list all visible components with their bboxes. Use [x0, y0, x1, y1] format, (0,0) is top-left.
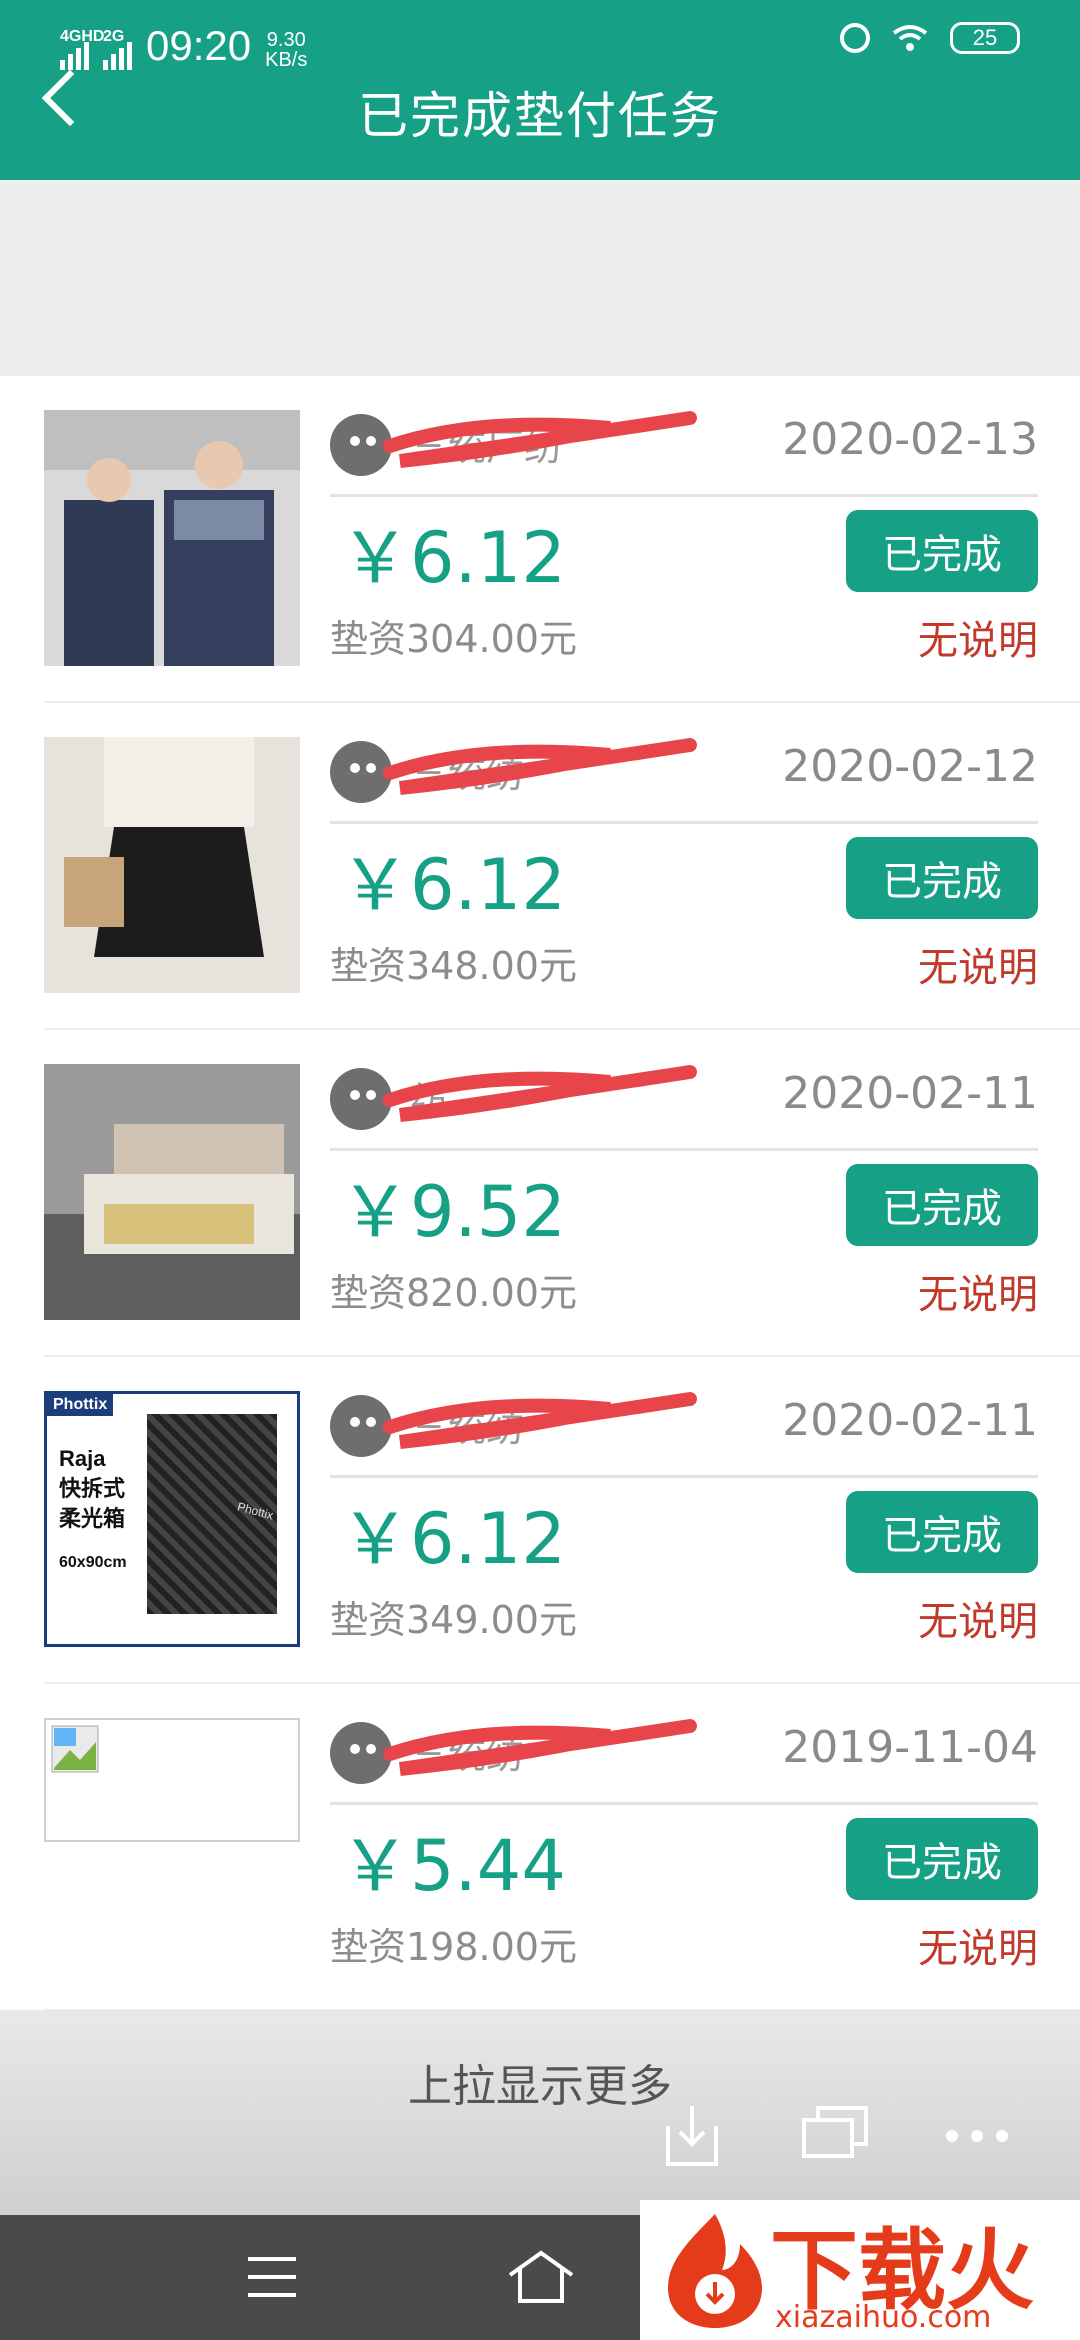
redaction-scribble — [383, 738, 697, 795]
product-thumbnail[interactable] — [44, 737, 300, 993]
product-thumbnail[interactable] — [44, 1718, 300, 1842]
signal-icon: 4GHD — [60, 28, 104, 70]
redaction-scribble — [383, 1392, 697, 1449]
task-date: 2019-11-04 — [782, 1722, 1038, 1773]
row-divider — [330, 494, 1038, 497]
more-icon[interactable] — [944, 2128, 1010, 2144]
product-line-3: 柔光箱 — [59, 1506, 126, 1531]
row-divider — [330, 821, 1038, 824]
task-row[interactable]: 三统纺 2019-11-04 ￥5.44 已完成 垫资198.00元 无说明 — [0, 1684, 1080, 2011]
row-divider — [330, 1802, 1038, 1805]
task-date: 2020-02-12 — [782, 741, 1038, 792]
page-title: 已完成垫付任务 — [358, 87, 722, 145]
task-note: 无说明 — [918, 1926, 1038, 1972]
advance-amount: 垫资304.00元 — [330, 617, 577, 661]
clock: 09:20 — [146, 22, 252, 69]
task-row[interactable]: Phottix Raja 快拆式 柔光箱 60x90cm Phottix 三统纺… — [0, 1357, 1080, 1684]
task-note: 无说明 — [918, 945, 1038, 991]
menu-icon[interactable] — [244, 2253, 300, 2301]
commission-amount: ￥6.12 — [340, 844, 566, 926]
load-more-bar[interactable]: 上拉显示更多 — [0, 2010, 1080, 2215]
task-date: 2020-02-11 — [782, 1068, 1038, 1119]
load-more-text: 上拉显示更多 — [408, 2061, 672, 2112]
completed-status-button[interactable]: 已完成 — [846, 1818, 1038, 1900]
alarm-icon — [840, 23, 870, 53]
task-list: 三统厂纺 2020-02-13 ￥6.12 已完成 垫资304.00元 无说明 … — [0, 376, 1080, 2011]
watermark-url: xiazaihuo.com — [775, 2300, 992, 2335]
windows-icon[interactable] — [800, 2102, 870, 2162]
advance-amount: 垫资198.00元 — [330, 1925, 577, 1969]
network-speed: 9.30 KB/s — [265, 29, 308, 71]
task-note: 无说明 — [918, 1599, 1038, 1645]
battery-icon: 25 — [950, 22, 1020, 54]
signal-icon-2: 2G — [103, 28, 132, 70]
task-date: 2020-02-13 — [782, 414, 1038, 465]
download-icon[interactable] — [664, 2102, 720, 2168]
home-icon[interactable] — [506, 2249, 576, 2305]
task-date: 2020-02-11 — [782, 1395, 1038, 1446]
status-bar-right: 25 — [840, 22, 1020, 54]
advance-amount: 垫资349.00元 — [330, 1598, 577, 1642]
redaction-scribble — [383, 411, 697, 468]
completed-status-button[interactable]: 已完成 — [846, 510, 1038, 592]
task-row[interactable]: 纺 2020-02-11 ￥9.52 已完成 垫资820.00元 无说明 — [0, 1030, 1080, 1357]
completed-status-button[interactable]: 已完成 — [846, 1164, 1038, 1246]
row-divider — [330, 1148, 1038, 1151]
task-note: 无说明 — [918, 618, 1038, 664]
header-spacer — [0, 180, 1080, 376]
brand-label: Phottix — [47, 1394, 114, 1416]
app-header: 4GHD 2G 09:20 9.30 KB/s 25 已完成垫付任务 — [0, 0, 1080, 180]
completed-status-button[interactable]: 已完成 — [846, 1491, 1038, 1573]
commission-amount: ￥6.12 — [340, 517, 566, 599]
redaction-scribble — [383, 1719, 697, 1776]
product-line-2: 快拆式 — [59, 1476, 126, 1501]
status-bar-left: 4GHD 2G 09:20 9.30 KB/s — [60, 22, 307, 70]
product-thumbnail[interactable] — [44, 1064, 300, 1320]
task-row[interactable]: 三统纺 2020-02-12 ￥6.12 已完成 垫资348.00元 无说明 — [0, 703, 1080, 1030]
advance-amount: 垫资820.00元 — [330, 1271, 577, 1315]
task-note: 无说明 — [918, 1272, 1038, 1318]
product-thumbnail[interactable]: Phottix Raja 快拆式 柔光箱 60x90cm Phottix — [44, 1391, 300, 1647]
task-row[interactable]: 三统厂纺 2020-02-13 ￥6.12 已完成 垫资304.00元 无说明 — [0, 376, 1080, 703]
redaction-scribble — [383, 1065, 697, 1122]
commission-amount: ￥6.12 — [340, 1498, 566, 1580]
broken-image-icon — [51, 1725, 99, 1773]
wifi-icon — [892, 25, 928, 51]
commission-amount: ￥9.52 — [340, 1171, 566, 1253]
advance-amount: 垫资348.00元 — [330, 944, 577, 988]
product-thumbnail[interactable] — [44, 410, 300, 666]
fire-logo-icon — [668, 2214, 762, 2328]
commission-amount: ￥5.44 — [340, 1825, 566, 1907]
watermark: 下载火 xiazaihuo.com — [640, 2200, 1080, 2340]
row-divider — [330, 1475, 1038, 1478]
product-line-1: Raja — [59, 1446, 106, 1471]
product-size: 60x90cm — [59, 1554, 127, 1571]
completed-status-button[interactable]: 已完成 — [846, 837, 1038, 919]
